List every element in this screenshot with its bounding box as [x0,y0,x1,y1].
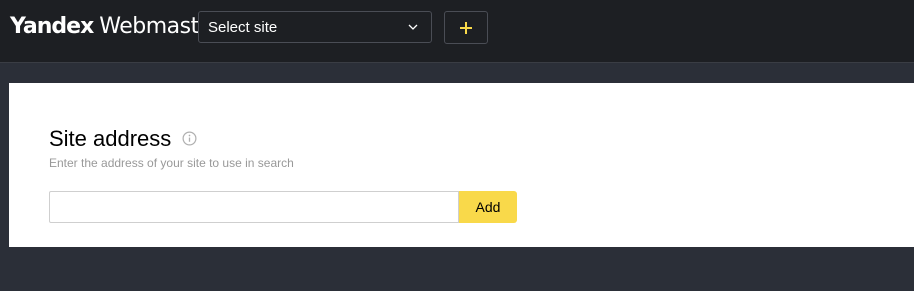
page-subtitle: Enter the address of your site to use in… [49,156,294,170]
logo-brand: Yandex [10,14,94,39]
info-icon[interactable] [182,131,197,146]
page-title: Site address [49,126,172,151]
title-row: Site address [49,126,197,152]
top-header: Yandex Webmaster Select site [0,0,914,63]
site-address-input[interactable] [49,191,459,223]
chevron-down-icon [408,24,418,30]
yandex-webmaster-logo[interactable]: Yandex Webmaster [10,14,221,39]
site-address-card: Site address Enter the address of your s… [9,83,914,247]
add-site-button[interactable] [444,11,488,44]
plus-icon [460,22,472,34]
add-button[interactable]: Add [459,191,517,223]
site-select-dropdown[interactable]: Select site [198,11,432,43]
site-select-label: Select site [208,19,278,36]
